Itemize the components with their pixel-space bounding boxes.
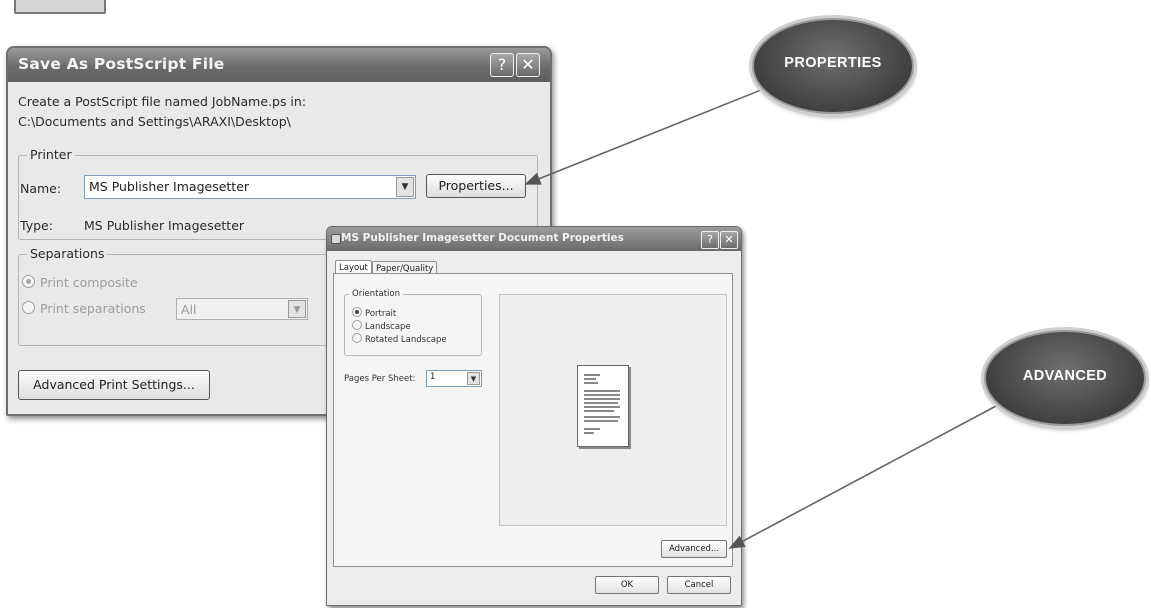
properties-callout-label: PROPERTIES (784, 55, 882, 71)
properties-arrow (524, 87, 767, 185)
callout-arrows (524, 87, 997, 549)
advanced-arrow (728, 405, 997, 549)
properties-callout: PROPERTIES (752, 18, 914, 114)
advanced-callout-label: ADVANCED (1022, 368, 1108, 384)
advanced-callout: ADVANCED (984, 330, 1146, 426)
